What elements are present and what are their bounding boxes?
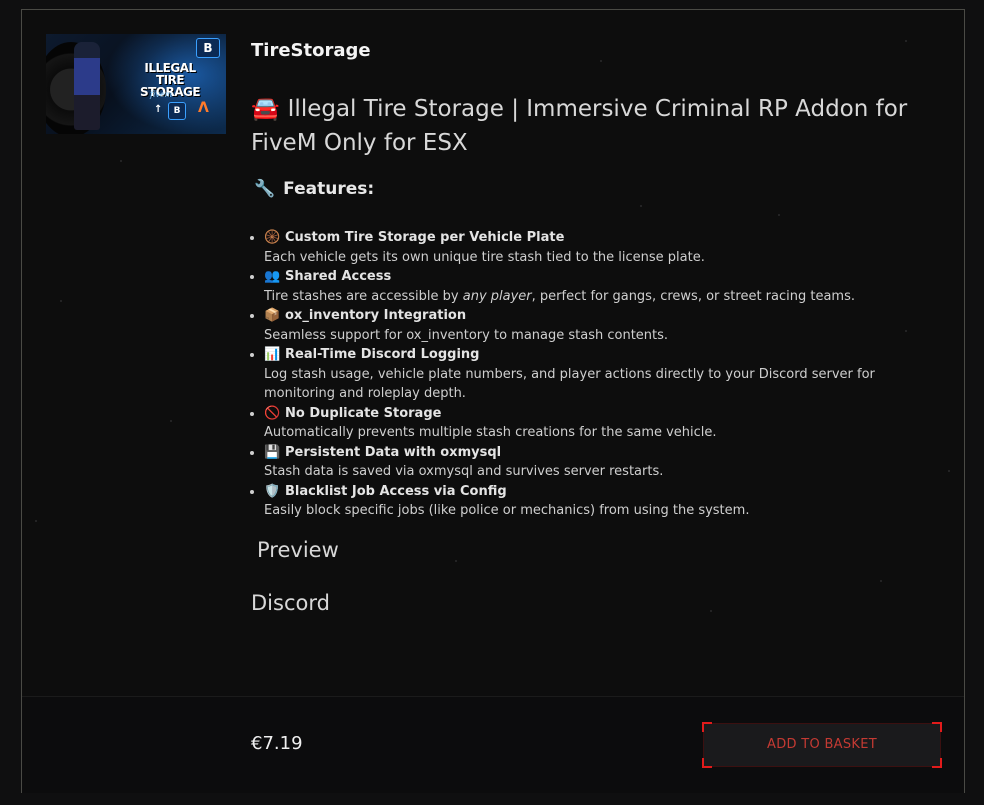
thumbnail-title-line1: ILLEGAL TIRE — [144, 61, 196, 87]
list-item: 🛞 Custom Tire Storage per Vehicle Plate E… — [264, 228, 924, 267]
feature-desc-part: , perfect for gangs, crews, or street ra… — [531, 288, 856, 304]
corner-accent — [702, 758, 712, 768]
list-item: 💾Persistent Data with oxmysql Stash data… — [264, 443, 924, 482]
feature-desc-emphasis: any player — [462, 288, 532, 304]
feature-title: Shared Access — [285, 269, 392, 284]
feature-title: Custom Tire Storage per Vehicle Plate — [285, 230, 565, 245]
feature-title: Blacklist Job Access via Config — [285, 483, 507, 499]
feature-desc-part: Tire stashes are accessible by — [264, 288, 463, 304]
caret-logo-icon: Λ — [198, 100, 209, 116]
product-headline: 🚘 Illegal Tire Storage | Immersive Crimin… — [251, 92, 931, 160]
list-item: 📦 ox_inventory Integration Seamless suppo… — [264, 306, 924, 345]
feature-title: ox_inventory Integration — [285, 308, 467, 323]
feature-desc: Easily block specific jobs (like police … — [264, 503, 750, 518]
list-item: 🚫No Duplicate Storage Automatically prev… — [264, 404, 924, 443]
prohibited-icon: 🚫 — [264, 405, 281, 421]
feature-desc: Stash data is saved via oxmysql and surv… — [264, 464, 664, 479]
headline-text: Illegal Tire Storage | Immersive Crimina… — [251, 96, 908, 156]
bar-chart-icon: 📊 — [264, 347, 281, 362]
feature-desc: Log stash usage, vehicle plate numbers, … — [264, 366, 875, 402]
feature-title: Real-Time Discord Logging — [285, 347, 480, 362]
add-to-basket-button[interactable]: ADD TO BASKET — [702, 722, 942, 768]
wrench-icon: 🔧 — [254, 179, 276, 199]
floppy-disk-icon: 💾 — [264, 444, 281, 460]
feature-desc: Seamless support for ox_inventory to man… — [264, 327, 669, 343]
feature-desc: Each vehicle gets its own unique tire st… — [264, 249, 705, 265]
corner-accent — [932, 758, 942, 768]
package-icon: 📦 — [264, 308, 281, 323]
preview-link[interactable]: Preview — [257, 538, 339, 562]
product-price: €7.19 — [251, 733, 303, 754]
feature-title: Persistent Data with oxmysql — [285, 444, 502, 460]
thumbnail-subtitle: fivem — [150, 90, 173, 99]
list-item: 📊 Real-Time Discord Logging Log stash usa… — [264, 345, 924, 404]
features-list: 🛞 Custom Tire Storage per Vehicle Plate E… — [244, 228, 924, 521]
add-to-basket-label: ADD TO BASKET — [767, 737, 877, 752]
features-title: Features: — [283, 179, 375, 199]
features-heading: 🔧 Features: — [254, 179, 374, 199]
product-footer: €7.19 ADD TO BASKET — [22, 696, 964, 793]
product-thumbnail[interactable]: B ILLEGAL TIRE STORAGE fivem ↑ B Λ — [46, 34, 226, 134]
brand-logo-small-icon: B — [168, 102, 186, 120]
corner-accent — [932, 722, 942, 732]
corner-accent — [702, 722, 712, 732]
feature-title: No Duplicate Storage — [285, 405, 442, 421]
car-icon: 🚘 — [251, 96, 280, 122]
up-arrow-icon: ↑ — [154, 104, 163, 115]
feature-desc: Tire stashes are accessible by any playe… — [264, 287, 924, 307]
tire-icon: 🛞 — [264, 230, 281, 245]
shield-icon: 🛡️ — [264, 483, 281, 499]
product-card: B ILLEGAL TIRE STORAGE fivem ↑ B Λ TireS… — [21, 9, 965, 793]
brand-logo-icon: B — [196, 38, 220, 58]
users-icon: 👥 — [264, 269, 281, 284]
feature-desc: Automatically prevents multiple stash cr… — [264, 425, 717, 440]
discord-link[interactable]: Discord — [251, 591, 330, 615]
list-item: 👥 Shared Access Tire stashes are accessib… — [264, 267, 924, 306]
list-item: 🛡️Blacklist Job Access via Config Easily… — [264, 482, 924, 521]
character-graphic — [74, 42, 100, 130]
product-title: TireStorage — [251, 40, 371, 61]
